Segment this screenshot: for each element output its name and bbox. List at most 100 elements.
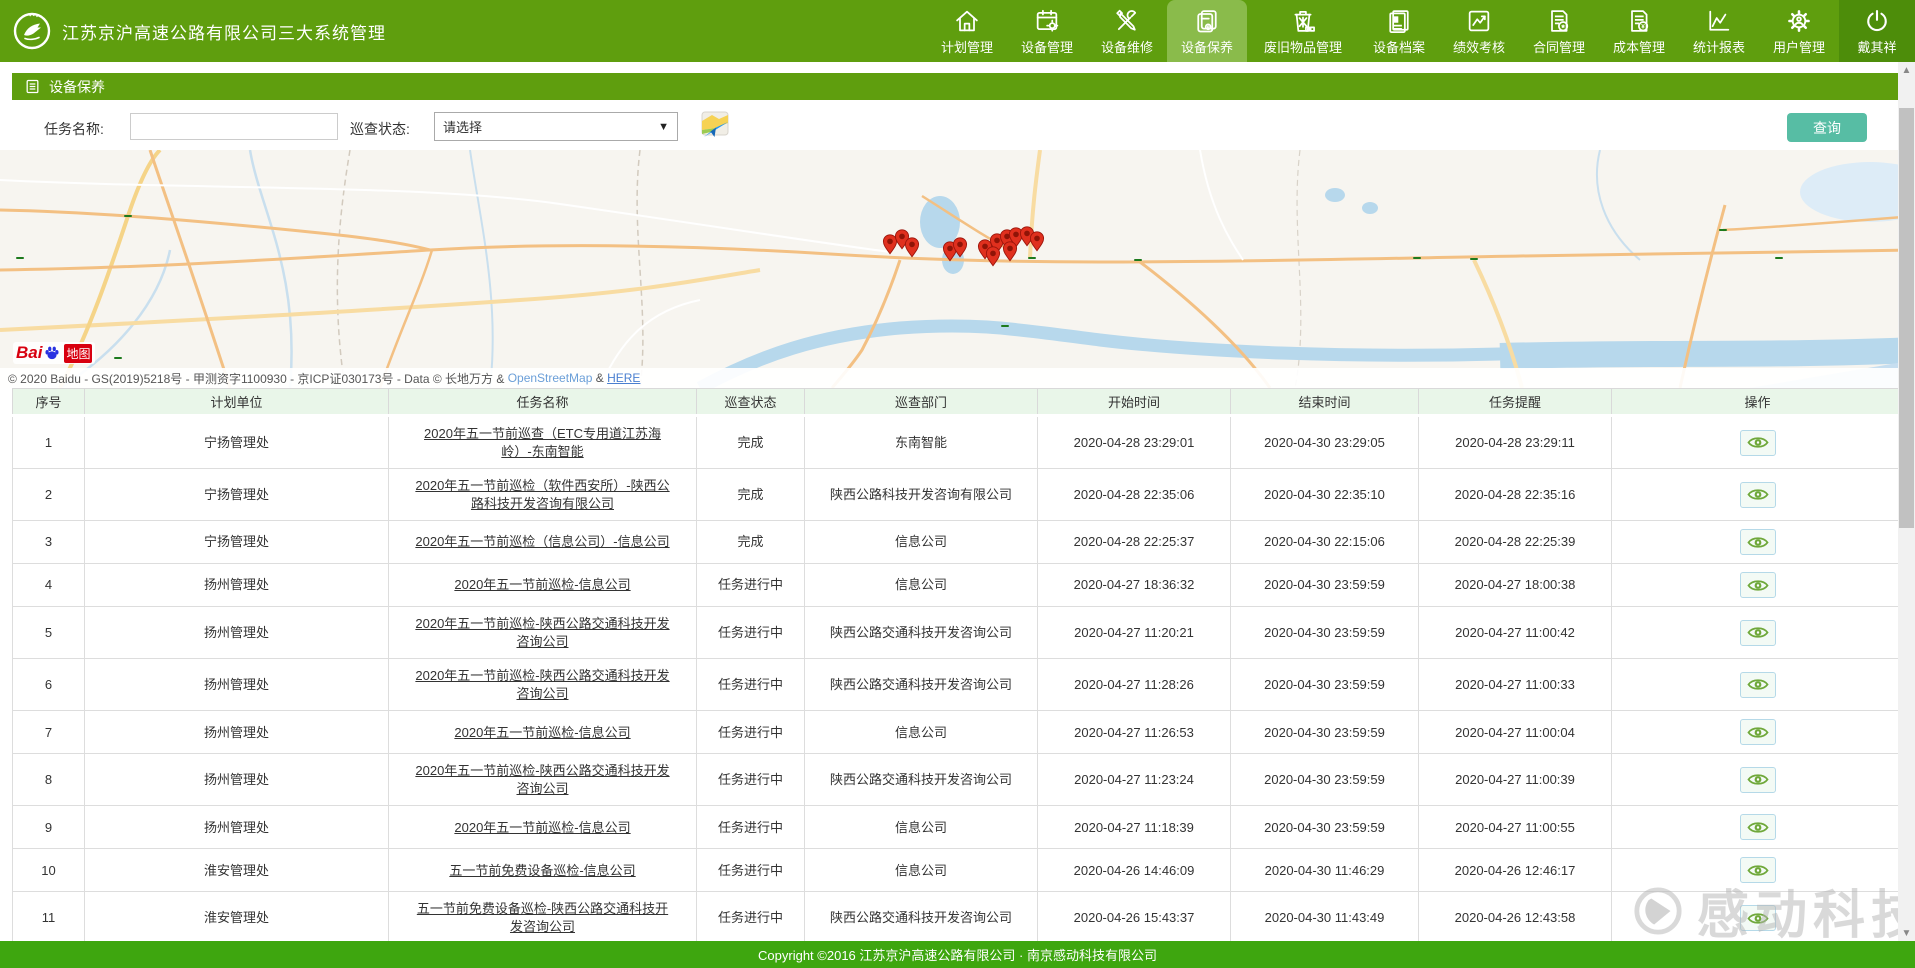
map-locate-button[interactable]	[698, 110, 732, 142]
cell-end-time: 2020-04-30 23:59:59	[1231, 564, 1419, 607]
top-header: 江苏京沪高速公路有限公司三大系统管理 计划管理 设备管理 设备维修 设备保养 废…	[0, 0, 1915, 62]
nav-item-label: 设备档案	[1373, 37, 1425, 56]
osm-link[interactable]: OpenStreetMap	[508, 371, 593, 385]
table-row: 5 扬州管理处 2020年五一节前巡检-陕西公路交通科技开发咨询公司 任务进行中…	[13, 607, 1904, 659]
user-gear-icon	[1785, 6, 1813, 36]
cell-no: 7	[13, 711, 85, 754]
task-link[interactable]: 2020年五一节前巡检（信息公司）-信息公司	[415, 534, 669, 549]
task-link[interactable]: 2020年五一节前巡查（ETC专用道江苏海岭）-东南智能	[424, 426, 661, 459]
eye-icon	[1747, 677, 1769, 692]
task-link[interactable]: 2020年五一节前巡检-陕西公路交通科技开发咨询公司	[415, 668, 669, 701]
view-button[interactable]	[1740, 430, 1776, 456]
company-logo-icon	[12, 11, 52, 51]
nav-item[interactable]: 统计报表	[1679, 0, 1759, 62]
cell-task: 2020年五一节前巡检-信息公司	[389, 711, 697, 754]
cell-status: 任务进行中	[697, 754, 805, 806]
cell-task: 2020年五一节前巡检-陕西公路交通科技开发咨询公司	[389, 754, 697, 806]
query-button[interactable]: 查询	[1787, 113, 1867, 142]
task-link[interactable]: 2020年五一节前巡检-陕西公路交通科技开发咨询公司	[415, 616, 669, 649]
col-header-dept: 巡查部门	[805, 389, 1038, 416]
task-link[interactable]: 2020年五一节前巡检-信息公司	[454, 820, 630, 835]
scrollbar-thumb[interactable]	[1899, 108, 1914, 528]
cell-dept: 陕西公路交通科技开发咨询公司	[805, 892, 1038, 944]
device-manage-icon	[1033, 6, 1061, 36]
cell-unit: 淮安管理处	[85, 849, 389, 892]
view-button[interactable]	[1740, 620, 1776, 646]
task-link[interactable]: 2020年五一节前巡检-信息公司	[454, 577, 630, 592]
vertical-scrollbar[interactable]: ▲ ▼	[1898, 62, 1915, 941]
view-button[interactable]	[1740, 719, 1776, 745]
cell-start-time: 2020-04-27 11:28:26	[1038, 659, 1231, 711]
cell-action	[1612, 806, 1904, 849]
road-badge	[1719, 229, 1727, 231]
view-button[interactable]	[1740, 482, 1776, 508]
nav-item[interactable]: 绩效考核	[1439, 0, 1519, 62]
cell-action	[1612, 607, 1904, 659]
task-link[interactable]: 2020年五一节前巡检-信息公司	[454, 725, 630, 740]
map-marker-icon[interactable]	[1003, 241, 1018, 262]
map-marker-icon[interactable]	[986, 246, 1001, 267]
table-row: 2 宁扬管理处 2020年五一节前巡检（软件西安所）-陕西公路科技开发咨询有限公…	[13, 469, 1904, 521]
eye-icon	[1747, 772, 1769, 787]
task-link[interactable]: 五一节前免费设备巡检-陕西公路交通科技开发咨询公司	[417, 901, 668, 934]
view-button[interactable]	[1740, 905, 1776, 931]
cell-status: 任务进行中	[697, 711, 805, 754]
cell-status: 任务进行中	[697, 659, 805, 711]
task-name-input[interactable]	[130, 113, 338, 140]
view-button[interactable]	[1740, 529, 1776, 555]
nav-item[interactable]: 戴其祥	[1839, 0, 1915, 62]
nav-item[interactable]: 计划管理	[927, 0, 1007, 62]
nav-item[interactable]: 废旧物品管理	[1247, 0, 1359, 62]
scroll-up-icon[interactable]: ▲	[1898, 62, 1915, 78]
cell-unit: 宁扬管理处	[85, 469, 389, 521]
map-marker-icon[interactable]	[1030, 231, 1045, 252]
view-button[interactable]	[1740, 857, 1776, 883]
nav-item[interactable]: 设备保养	[1167, 0, 1247, 62]
table-row: 10 淮安管理处 五一节前免费设备巡检-信息公司 任务进行中 信息公司 2020…	[13, 849, 1904, 892]
map-marker-icon[interactable]	[905, 237, 920, 258]
task-link[interactable]: 五一节前免费设备巡检-信息公司	[449, 863, 635, 878]
report-chart-icon	[1705, 6, 1733, 36]
list-icon	[24, 78, 41, 95]
table-row: 7 扬州管理处 2020年五一节前巡检-信息公司 任务进行中 信息公司 2020…	[13, 711, 1904, 754]
cell-start-time: 2020-04-26 14:46:09	[1038, 849, 1231, 892]
task-link[interactable]: 2020年五一节前巡检（软件西安所）-陕西公路科技开发咨询有限公司	[415, 478, 669, 511]
view-button[interactable]	[1740, 767, 1776, 793]
nav-item[interactable]: 设备维修	[1087, 0, 1167, 62]
here-link[interactable]: HERE	[607, 371, 640, 385]
baidu-logo-ditu: 地图	[64, 344, 92, 363]
cell-start-time: 2020-04-28 23:29:01	[1038, 416, 1231, 469]
table-row: 6 扬州管理处 2020年五一节前巡检-陕西公路交通科技开发咨询公司 任务进行中…	[13, 659, 1904, 711]
nav-item-label: 计划管理	[941, 37, 993, 56]
nav-item[interactable]: ¥ 成本管理	[1599, 0, 1679, 62]
cell-no: 5	[13, 607, 85, 659]
cell-remind-time: 2020-04-28 22:35:16	[1419, 469, 1612, 521]
contract-star-icon	[1545, 6, 1573, 36]
cell-status: 任务进行中	[697, 607, 805, 659]
cell-start-time: 2020-04-27 11:26:53	[1038, 711, 1231, 754]
task-link[interactable]: 2020年五一节前巡检-陕西公路交通科技开发咨询公司	[415, 763, 669, 796]
cost-yuan-icon: ¥	[1625, 6, 1653, 36]
cell-no: 6	[13, 659, 85, 711]
nav-item[interactable]: 设备管理	[1007, 0, 1087, 62]
map-marker-icon[interactable]	[953, 237, 968, 258]
baidu-map[interactable]: Bai 地图 © 2020 Baidu - GS(2019)5218号 - 甲测…	[0, 150, 1915, 388]
cell-no: 8	[13, 754, 85, 806]
status-select[interactable]: 请选择 ▼	[434, 112, 678, 141]
road-badge	[124, 215, 132, 217]
cell-end-time: 2020-04-30 23:59:59	[1231, 711, 1419, 754]
cell-status: 任务进行中	[697, 892, 805, 944]
cell-no: 10	[13, 849, 85, 892]
cell-status: 任务进行中	[697, 849, 805, 892]
nav-item[interactable]: 设备档案	[1359, 0, 1439, 62]
view-button[interactable]	[1740, 814, 1776, 840]
cell-start-time: 2020-04-28 22:35:06	[1038, 469, 1231, 521]
cell-end-time: 2020-04-30 11:43:49	[1231, 892, 1419, 944]
view-button[interactable]	[1740, 572, 1776, 598]
cell-remind-time: 2020-04-27 11:00:39	[1419, 754, 1612, 806]
nav-item[interactable]: 合同管理	[1519, 0, 1599, 62]
scroll-down-icon[interactable]: ▼	[1898, 925, 1915, 941]
view-button[interactable]	[1740, 672, 1776, 698]
nav-item[interactable]: 用户管理	[1759, 0, 1839, 62]
cell-no: 4	[13, 564, 85, 607]
